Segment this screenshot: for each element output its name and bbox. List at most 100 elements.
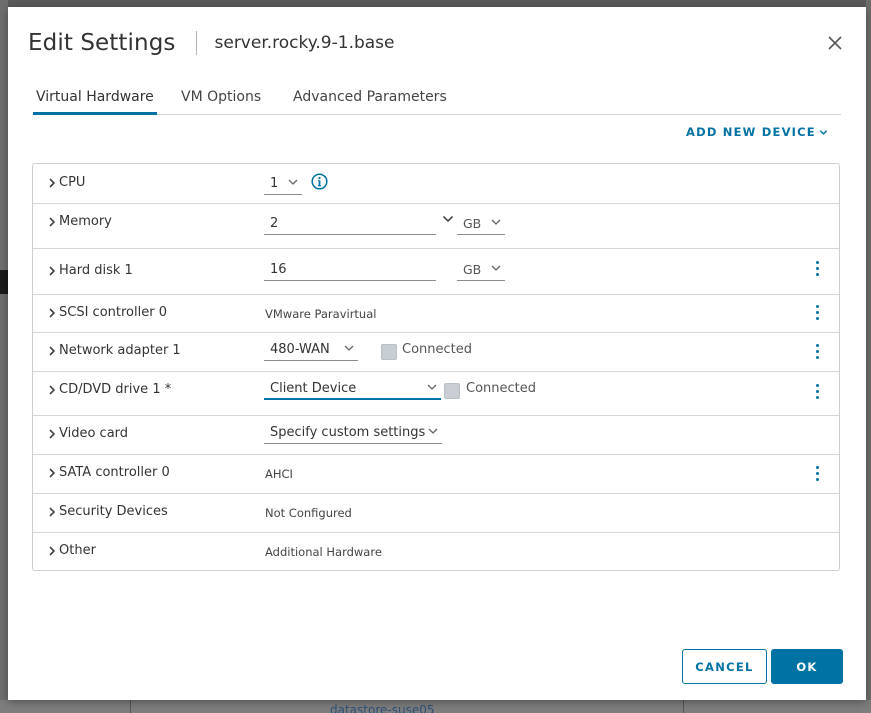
memory-unit-select[interactable]: GB (457, 211, 505, 235)
chevron-down-icon (288, 179, 298, 185)
cpu-label: CPU (59, 175, 86, 190)
chevron-down-icon (819, 129, 828, 135)
title-separator (195, 31, 197, 55)
chevron-right-icon (49, 545, 56, 556)
scsi-row-toggle[interactable]: SCSI controller 0 (47, 305, 167, 320)
sata-row-toggle[interactable]: SATA controller 0 (47, 465, 170, 480)
memory-presets-chevron-icon[interactable] (442, 214, 454, 224)
network-value: 480-WAN (270, 342, 330, 357)
video-card-settings-value: Specify custom settings (270, 425, 426, 440)
cancel-button[interactable]: CANCEL (682, 649, 767, 684)
hardware-row-security-devices: Security Devices Not Configured (33, 494, 839, 533)
other-label: Other (59, 543, 96, 558)
security-devices-label: Security Devices (59, 504, 168, 519)
dialog-header: Edit Settings server.rocky.9-1.base (28, 27, 395, 59)
other-row-toggle[interactable]: Other (47, 543, 96, 558)
add-new-device-button[interactable]: ADD NEW DEVICE (686, 125, 828, 139)
virtual-hardware-list: CPU 1 Memory 2 GB Hard disk 1 16 GB SCSI… (32, 163, 840, 571)
hardware-row-hard-disk: Hard disk 1 16 GB (33, 249, 839, 295)
chevron-right-icon (49, 265, 56, 276)
edit-settings-dialog: Edit Settings server.rocky.9-1.base Virt… (8, 7, 866, 700)
tab-virtual-hardware[interactable]: Virtual Hardware (33, 87, 157, 115)
add-new-device-label: ADD NEW DEVICE (686, 125, 816, 139)
hardware-row-other: Other Additional Hardware (33, 533, 839, 571)
background-page-right (866, 0, 871, 713)
network-adapter-row-toggle[interactable]: Network adapter 1 (47, 343, 181, 358)
hardware-row-sata: SATA controller 0 AHCI (33, 455, 839, 494)
hardware-row-video-card: Video card Specify custom settings (33, 416, 839, 455)
cd-dvd-label: CD/DVD drive 1 * (59, 382, 172, 397)
tab-vm-options[interactable]: VM Options (178, 87, 264, 115)
network-connected-label: Connected (402, 342, 473, 357)
chevron-right-icon (49, 177, 56, 188)
cpu-count-value: 1 (270, 176, 279, 191)
tab-advanced-parameters[interactable]: Advanced Parameters (290, 87, 450, 115)
cd-dvd-connected-label: Connected (466, 381, 537, 396)
cpu-count-select[interactable]: 1 (264, 171, 302, 195)
sata-type-value: AHCI (265, 467, 293, 481)
hardware-row-scsi: SCSI controller 0 VMware Paravirtual (33, 295, 839, 333)
dialog-title: Edit Settings (28, 30, 176, 56)
cd-dvd-row-toggle[interactable]: CD/DVD drive 1 * (47, 382, 171, 397)
chevron-down-icon (428, 428, 438, 434)
scsi-type-value: VMware Paravirtual (265, 307, 377, 321)
network-connected-checkbox[interactable] (381, 344, 397, 360)
hardware-row-cd-dvd: CD/DVD drive 1 * Client Device Connected (33, 372, 839, 416)
memory-unit-value: GB (463, 216, 482, 231)
close-button[interactable] (826, 34, 844, 52)
memory-size-value: 2 (270, 216, 279, 231)
hard-disk-unit-value: GB (463, 262, 482, 277)
background-page-left (0, 0, 8, 713)
video-card-label: Video card (59, 426, 129, 441)
other-value: Additional Hardware (265, 545, 382, 559)
hardware-row-memory: Memory 2 GB (33, 204, 839, 249)
security-devices-row-toggle[interactable]: Security Devices (47, 504, 168, 519)
info-icon[interactable] (311, 173, 328, 190)
scsi-actions-menu-icon[interactable] (813, 305, 821, 323)
sata-actions-menu-icon[interactable] (813, 466, 821, 484)
background-datastore-link: datastore-suse05 (330, 703, 435, 713)
cd-dvd-actions-menu-icon[interactable] (813, 384, 821, 402)
network-select[interactable]: 480-WAN (264, 337, 358, 361)
chevron-right-icon (49, 467, 56, 478)
network-actions-menu-icon[interactable] (813, 344, 821, 362)
tab-bar: Virtual Hardware VM Options Advanced Par… (33, 87, 841, 115)
hard-disk-size-input[interactable]: 16 (264, 257, 436, 281)
chevron-down-icon (344, 345, 354, 351)
chevron-down-icon (491, 219, 501, 225)
memory-size-input[interactable]: 2 (264, 211, 436, 235)
hardware-row-network-adapter: Network adapter 1 480-WAN Connected (33, 333, 839, 372)
hard-disk-label: Hard disk 1 (59, 263, 133, 278)
cd-dvd-connected-checkbox[interactable] (444, 383, 460, 399)
ok-button[interactable]: OK (771, 649, 843, 684)
chevron-right-icon (49, 216, 56, 227)
background-band (0, 270, 8, 294)
sata-label: SATA controller 0 (59, 465, 170, 480)
chevron-down-icon (491, 265, 501, 271)
cd-dvd-source-select[interactable]: Client Device (264, 376, 441, 400)
chevron-down-icon (427, 384, 437, 390)
chevron-right-icon (49, 384, 56, 395)
vm-name: server.rocky.9-1.base (214, 33, 395, 53)
hard-disk-unit-select[interactable]: GB (457, 257, 505, 281)
video-card-settings-select[interactable]: Specify custom settings (264, 420, 442, 444)
background-divider (683, 700, 684, 713)
hard-disk-row-toggle[interactable]: Hard disk 1 (47, 263, 133, 278)
video-card-row-toggle[interactable]: Video card (47, 426, 128, 441)
chevron-right-icon (49, 428, 56, 439)
background-divider (130, 700, 131, 713)
scsi-label: SCSI controller 0 (59, 305, 167, 320)
cd-dvd-source-value: Client Device (270, 381, 357, 396)
hardware-row-cpu: CPU 1 (33, 164, 839, 204)
chevron-right-icon (49, 506, 56, 517)
memory-row-toggle[interactable]: Memory (47, 214, 112, 229)
network-adapter-label: Network adapter 1 (59, 343, 181, 358)
memory-label: Memory (59, 214, 112, 229)
chevron-right-icon (49, 307, 56, 318)
chevron-right-icon (49, 345, 56, 356)
close-icon (828, 36, 842, 50)
security-devices-value: Not Configured (265, 506, 352, 520)
cpu-row-toggle[interactable]: CPU (47, 175, 85, 190)
hard-disk-actions-menu-icon[interactable] (813, 261, 821, 279)
hard-disk-size-value: 16 (270, 262, 287, 277)
